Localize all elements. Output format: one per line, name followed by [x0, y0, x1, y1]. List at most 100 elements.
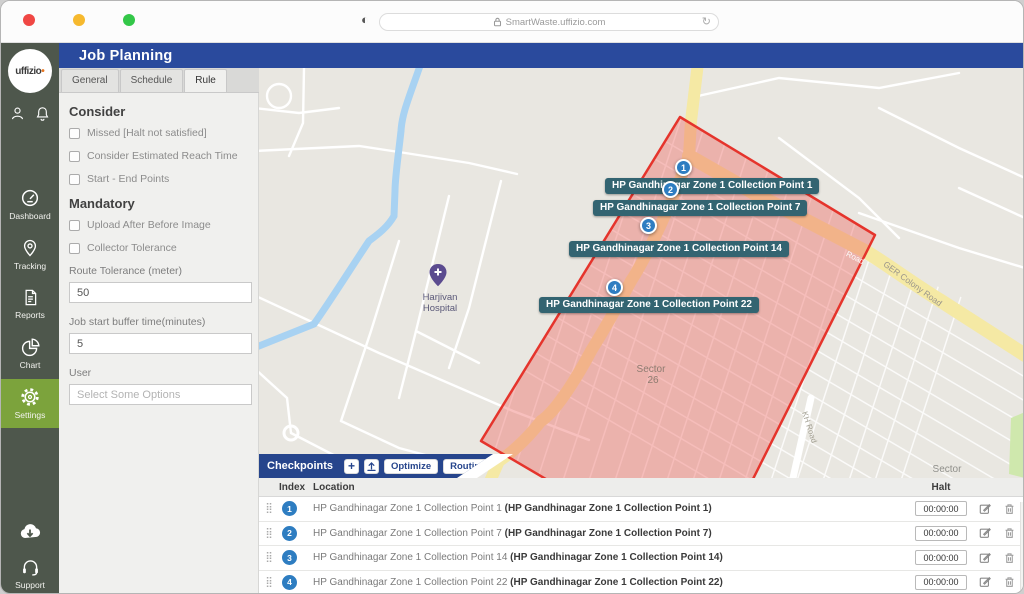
checkbox-start-end[interactable]: Start - End Points	[69, 173, 252, 185]
row-index-badge: 4	[282, 575, 297, 590]
row-location-text: HP Gandhinagar Zone 1 Collection Point 7…	[313, 528, 915, 539]
sidebar-item-reports[interactable]: Reports	[1, 287, 59, 320]
cloud-download-icon	[18, 521, 42, 541]
delete-row-button[interactable]	[1001, 503, 1017, 515]
row-location-text: HP Gandhinagar Zone 1 Collection Point 1…	[313, 503, 915, 514]
checkpoints-ribbon: Checkpoints + Optimize Routing	[259, 454, 493, 478]
drag-handle[interactable]: ⣿	[259, 528, 279, 539]
checkbox-box[interactable]	[69, 151, 80, 162]
sidebar-item-label: Dashboard	[9, 211, 51, 221]
browser-chrome: ◐ SmartWaste.uffizio.com ↻	[1, 1, 1024, 43]
edit-icon	[979, 552, 991, 564]
route-tolerance-input[interactable]	[69, 282, 252, 303]
gear-icon	[19, 386, 41, 408]
halt-time-input[interactable]	[915, 550, 967, 565]
tab-bar: General Schedule Rule	[59, 68, 259, 93]
checkpoint-marker-1[interactable]: 1	[675, 159, 692, 176]
edit-row-button[interactable]	[977, 527, 993, 539]
drag-handle[interactable]: ⣿	[259, 503, 279, 514]
table-scrollbar[interactable]	[1020, 502, 1024, 594]
checkpoint-map-label-4[interactable]: HP Gandhinagar Zone 1 Collection Point 2…	[539, 297, 759, 313]
report-document-icon	[21, 287, 40, 308]
minimize-window-button[interactable]	[73, 14, 85, 26]
url-bar[interactable]: SmartWaste.uffizio.com ↻	[379, 13, 719, 31]
trash-icon	[1004, 552, 1015, 564]
sidebar-item-chart[interactable]: Chart	[1, 337, 59, 370]
pie-chart-icon	[20, 337, 41, 358]
browser-window: ◐ SmartWaste.uffizio.com ↻ uffizio• Dash…	[0, 0, 1024, 594]
checkbox-missed[interactable]: Missed [Halt not satisfied]	[69, 127, 252, 139]
edit-icon	[979, 503, 991, 515]
edit-row-button[interactable]	[977, 503, 993, 515]
edit-row-button[interactable]	[977, 576, 993, 588]
trash-icon	[1004, 576, 1015, 588]
hospital-label-line2: Hospital	[423, 303, 457, 314]
checkbox-box[interactable]	[69, 128, 80, 139]
drag-handle[interactable]: ⣿	[259, 552, 279, 563]
halt-time-input[interactable]	[915, 501, 967, 516]
header-halt: Halt	[915, 482, 967, 493]
checkbox-estimated-reach[interactable]: Consider Estimated Reach Time	[69, 150, 252, 162]
url-text: SmartWaste.uffizio.com	[506, 17, 606, 28]
edit-row-button[interactable]	[977, 552, 993, 564]
import-checkpoints-button[interactable]	[364, 459, 379, 474]
tab-general[interactable]: General	[61, 69, 119, 92]
checkbox-box[interactable]	[69, 243, 80, 254]
shield-icon: ◐	[361, 12, 369, 27]
checkpoint-table-row[interactable]: ⣿ 1 HP Gandhinagar Zone 1 Collection Poi…	[259, 497, 1024, 522]
checkpoint-marker-4[interactable]: 4	[606, 279, 623, 296]
delete-row-button[interactable]	[1001, 576, 1017, 588]
checkbox-upload-image[interactable]: Upload After Before Image	[69, 219, 252, 231]
delete-row-button[interactable]	[1001, 527, 1017, 539]
checkpoint-marker-3[interactable]: 3	[640, 217, 657, 234]
user-select-input[interactable]	[69, 384, 252, 405]
checkbox-box[interactable]	[69, 220, 80, 231]
checkbox-collector-tolerance[interactable]: Collector Tolerance	[69, 242, 252, 254]
drag-handle[interactable]: ⣿	[259, 577, 279, 588]
edit-icon	[979, 527, 991, 539]
sidebar-item-dashboard[interactable]: Dashboard	[1, 187, 59, 221]
halt-time-input[interactable]	[915, 526, 967, 541]
checkpoint-map-label-3[interactable]: HP Gandhinagar Zone 1 Collection Point 1…	[569, 241, 789, 257]
delete-row-button[interactable]	[1001, 552, 1017, 564]
zoom-window-button[interactable]	[123, 14, 135, 26]
checkbox-box[interactable]	[69, 174, 80, 185]
checkpoint-table-row[interactable]: ⣿ 4 HP Gandhinagar Zone 1 Collection Poi…	[259, 571, 1024, 594]
checkpoints-table: Index Location Halt ⣿ 1 HP Gandhinagar Z…	[259, 478, 1024, 594]
close-window-button[interactable]	[23, 14, 35, 26]
table-header-row: Index Location Halt	[259, 478, 1024, 497]
checkpoint-map-label-2[interactable]: HP Gandhinagar Zone 1 Collection Point 7	[593, 200, 807, 216]
page-title-bar: Job Planning	[59, 43, 1024, 68]
header-index: Index	[279, 482, 313, 493]
tab-rule[interactable]: Rule	[184, 69, 227, 92]
sidebar-item-label: Chart	[20, 360, 41, 370]
sidebar-item-label: Reports	[15, 310, 45, 320]
sidebar-item-settings[interactable]: Settings	[1, 379, 59, 428]
row-index-badge: 3	[282, 550, 297, 565]
checkpoint-table-row[interactable]: ⣿ 3 HP Gandhinagar Zone 1 Collection Poi…	[259, 546, 1024, 571]
logo-text: uffizio	[15, 66, 41, 77]
uffizio-logo[interactable]: uffizio•	[8, 49, 52, 93]
checkbox-label: Collector Tolerance	[87, 242, 177, 254]
header-location: Location	[313, 482, 915, 493]
sidebar-item-tracking[interactable]: Tracking	[1, 237, 59, 271]
sidebar-item-support[interactable]: Support	[1, 557, 59, 590]
sidebar-item-label: Settings	[15, 410, 46, 420]
buffer-time-input[interactable]	[69, 333, 252, 354]
headset-icon	[20, 557, 41, 578]
user-icon[interactable]	[9, 105, 26, 122]
checkpoint-table-row[interactable]: ⣿ 2 HP Gandhinagar Zone 1 Collection Poi…	[259, 522, 1024, 547]
add-checkpoint-button[interactable]: +	[344, 459, 359, 474]
checkpoint-marker-2[interactable]: 2	[662, 181, 679, 198]
tab-schedule[interactable]: Schedule	[120, 69, 184, 92]
trash-icon	[1004, 527, 1015, 539]
optimize-button[interactable]: Optimize	[384, 459, 438, 474]
checkpoint-map-label-1[interactable]: HP Gandhinagar Zone 1 Collection Point 1	[605, 178, 819, 194]
refresh-icon[interactable]: ↻	[702, 15, 711, 28]
cloud-download-button[interactable]	[1, 521, 59, 543]
checkpoints-panel: Checkpoints + Optimize Routing Index Loc…	[259, 454, 1024, 594]
halt-time-input[interactable]	[915, 575, 967, 590]
notifications-bell-icon[interactable]	[34, 105, 51, 122]
edit-icon	[979, 576, 991, 588]
location-pin-icon	[20, 237, 40, 259]
